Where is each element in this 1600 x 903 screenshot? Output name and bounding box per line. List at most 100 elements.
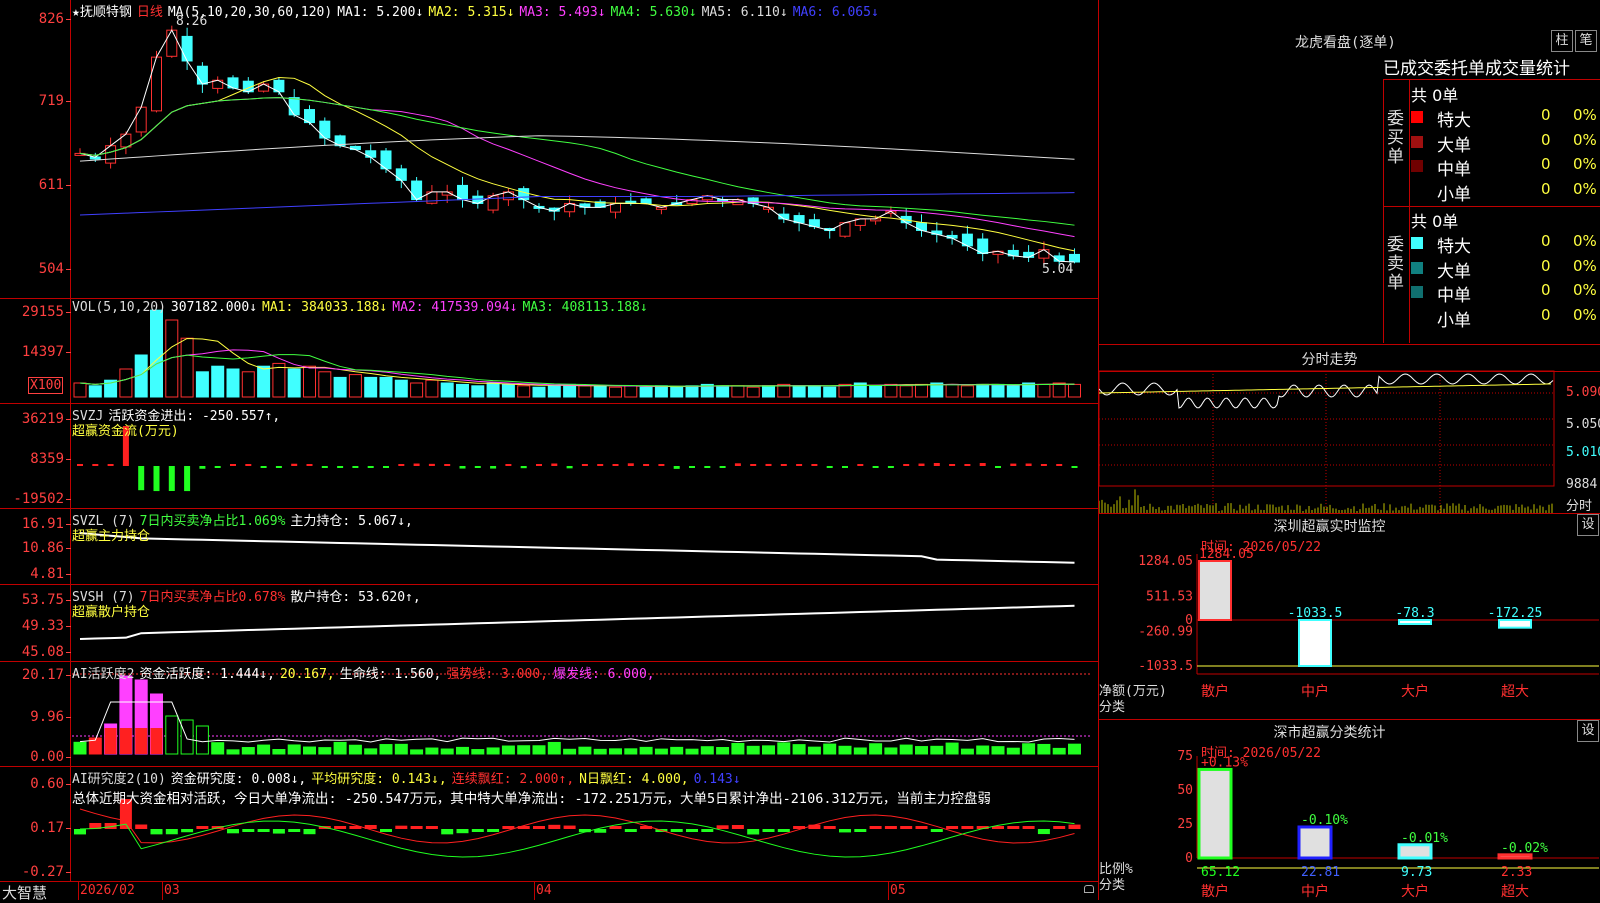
order-count: 0	[1541, 179, 1551, 198]
flow-bar	[398, 464, 405, 466]
candle-body	[196, 65, 208, 85]
svsh-panel[interactable]: 53.75 49.33 45.08 SVSH (7) 7日内买卖净占比0.678%…	[0, 585, 1098, 662]
volume-bar	[1052, 382, 1066, 398]
activity-bar	[180, 719, 194, 755]
buy-orders-label: 委买单	[1387, 109, 1404, 167]
stock-title[interactable]: ★抚顺特钢	[72, 5, 132, 20]
activity-bar	[547, 741, 561, 755]
y-tick-label: 50	[1177, 783, 1193, 798]
category-label: 中户	[1301, 683, 1329, 700]
order-percent: 0%	[1573, 305, 1597, 324]
flow-bar	[92, 464, 99, 466]
research-bar	[135, 824, 148, 829]
volume-bar	[165, 319, 179, 398]
svzl-panel[interactable]: 16.91 10.86 4.81 SVZL (7) 7日内买卖净占比1.069% 主…	[0, 509, 1098, 585]
candle-body	[288, 97, 300, 116]
flow-bar	[979, 463, 986, 466]
flow-bar	[796, 464, 803, 466]
research-bar	[548, 824, 561, 829]
svsh-subtitle: 超赢散户持仓	[72, 605, 151, 620]
intraday-chart[interactable]	[1099, 345, 1600, 513]
header-item: 资金研究度: 0.008↓,	[170, 772, 307, 787]
svzj-panel[interactable]: 36219 8359 -19502 SVZJ 活跃资金进出: -250.557↑,…	[0, 404, 1098, 509]
sz-monitor-chart[interactable]: 1284.05511.530-260.99-1033.51284.05散户-10…	[1099, 514, 1600, 719]
order-percent: 0%	[1573, 106, 1597, 124]
activity-bar	[211, 742, 225, 755]
low-price-label: 5.04	[1042, 262, 1074, 277]
activity-bar	[333, 741, 347, 755]
order-count: 0	[1541, 256, 1551, 275]
flow-bar	[337, 466, 344, 468]
volume-bar	[348, 374, 362, 398]
header-item: N日飘红: 4.000,	[579, 772, 689, 787]
candle-body	[365, 150, 377, 158]
research-bar	[165, 829, 178, 835]
lock-icon[interactable]	[1084, 885, 1094, 893]
activity-bar	[410, 749, 424, 755]
volume-bar	[456, 383, 469, 398]
flow-bar	[168, 466, 175, 491]
flow-bar	[230, 464, 236, 466]
volume-panel[interactable]: 29155 14397 X100 VOL(5,10,20) 307182.000↓…	[0, 299, 1098, 404]
header-item: MA2: 417539.094↓	[392, 300, 518, 315]
dragon-tiger-title: 龙虎看盘(逐单)	[1295, 35, 1396, 51]
category-label: 中户	[1301, 883, 1329, 900]
bar-view-button[interactable]: 柱	[1551, 30, 1573, 52]
research-bar	[731, 825, 744, 829]
buy-total: 共 0单	[1411, 86, 1459, 105]
research-bar	[701, 829, 714, 832]
change-label: +0.13%	[1201, 755, 1248, 770]
activity-bar	[991, 746, 1005, 755]
volume-bar	[807, 385, 821, 398]
activity-bar	[241, 747, 255, 755]
activity-bar-base	[119, 728, 132, 754]
candle-body	[916, 222, 927, 231]
kline-panel[interactable]: 826 719 611 504 ★抚顺特钢 日线 MA(5,10,20,30,60,…	[0, 0, 1098, 299]
volume-bar	[563, 383, 577, 398]
sz-class-panel[interactable]: 深市超赢分类统计 设 时间: 2026/05/22 75 50 25 0 +0.13% 6…	[1099, 720, 1600, 900]
y-tick-label: 511.53	[1146, 589, 1193, 604]
intraday-panel[interactable]: 分时走势 5.090 5.050 5.010 9884 分时	[1099, 345, 1600, 514]
date-tick: 05	[890, 883, 906, 898]
tick-view-button[interactable]: 笔	[1575, 30, 1597, 52]
order-percent: 0%	[1573, 281, 1597, 299]
header-item: 强势线: 3.000,	[446, 667, 548, 682]
volume-bar	[945, 383, 959, 398]
volume-bar	[884, 383, 898, 398]
kline-chart[interactable]	[0, 0, 1098, 298]
period-label[interactable]: 日线	[137, 5, 163, 20]
research-bar	[242, 829, 255, 832]
activity-bar	[272, 748, 286, 755]
flow-bar	[872, 466, 879, 468]
sz-class-chart[interactable]: 75 50 25 0 +0.13% 65.12 散户 -0.10% 22.81 中户 -0.01% 9…	[1099, 720, 1600, 900]
volume-bar	[303, 365, 316, 398]
flow-bar	[505, 464, 512, 466]
volume-bar	[486, 382, 500, 398]
bar-value-label: 1284.05	[1199, 547, 1254, 562]
flow-bar	[964, 464, 971, 466]
header-item: VOL(5,10,20)	[72, 300, 166, 315]
buy-rows: 特大 0 0% 大单 0 0% 中单 0 0% 小单 0 0%	[1411, 106, 1597, 205]
volume-bar	[915, 383, 928, 398]
ai-research-panel[interactable]: 0.60 0.17 -0.27 AI研究度2(10) 资金研究度: 0.008↓,…	[0, 767, 1098, 882]
ai-active-panel[interactable]: 20.17 9.96 0.00 AI活跃度2 资金活跃度: 1.444↓, 20.1…	[0, 662, 1098, 767]
volume-bar	[762, 385, 775, 398]
research-bar	[74, 829, 86, 835]
monitor-bar	[1298, 619, 1332, 667]
order-count: 0	[1541, 305, 1551, 324]
volume-bar	[318, 371, 332, 398]
y-tick-label: 75	[1177, 749, 1193, 764]
header-item: AI活跃度2	[72, 667, 135, 682]
flow-bar	[444, 464, 451, 466]
sz-class-xlabel: 分类	[1099, 878, 1126, 893]
volume-bar	[823, 386, 837, 398]
flow-bar	[750, 464, 757, 466]
change-label: -0.02%	[1501, 841, 1548, 856]
candle-body	[120, 133, 132, 148]
volume-bar	[960, 385, 974, 398]
sz-monitor-panel[interactable]: 深圳超赢实时监控 设 时间: 2026/05/22 1284.05 511.53 0…	[1099, 514, 1600, 720]
date-tick: 2026/02	[80, 883, 135, 898]
activity-bar	[501, 745, 515, 755]
volume-bar	[394, 379, 408, 398]
flow-bar	[551, 463, 558, 466]
